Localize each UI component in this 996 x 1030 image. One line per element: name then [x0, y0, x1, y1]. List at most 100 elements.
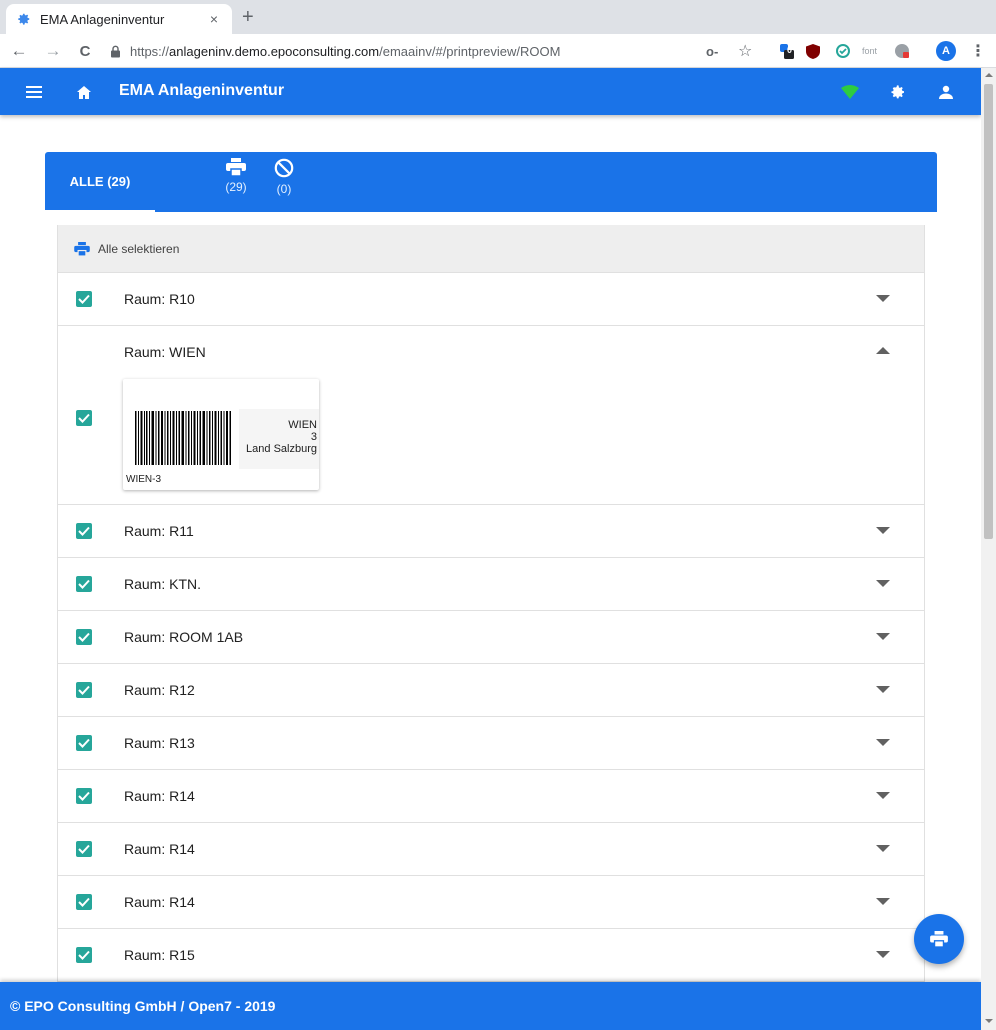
lock-icon	[108, 44, 122, 58]
row-label: Raum: R14	[124, 894, 195, 910]
tab-excluded[interactable]: (0)	[259, 158, 309, 208]
extension-badge-count: 0	[787, 45, 793, 55]
expand-caret-icon[interactable]	[876, 633, 890, 640]
privacy-extension-icon[interactable]	[894, 40, 910, 62]
row-checkbox[interactable]	[76, 410, 92, 426]
row-checkbox[interactable]	[76, 788, 92, 804]
close-tab-icon[interactable]: ×	[206, 11, 222, 27]
block-icon	[274, 158, 294, 178]
print-fab-button[interactable]	[914, 914, 964, 964]
label-number: 3	[310, 431, 317, 443]
select-all-label: Alle selektieren	[98, 241, 180, 256]
row-label: Raum: R12	[124, 682, 195, 698]
home-icon[interactable]	[72, 80, 96, 104]
list-item[interactable]: Raum: R14	[58, 823, 924, 876]
expand-caret-icon[interactable]	[876, 295, 890, 302]
footer-copyright: © EPO Consulting GmbH / Open7 - 2019	[10, 998, 276, 1014]
wifi-signal-icon	[838, 80, 862, 104]
scroll-thumb[interactable]	[984, 84, 993, 539]
select-all-button[interactable]: Alle selektieren	[58, 225, 924, 273]
row-label: Raum: R15	[124, 947, 195, 963]
expand-caret-icon[interactable]	[876, 739, 890, 746]
filter-tabs: ALLE (29) (29) (0)	[45, 152, 937, 212]
list-item[interactable]: Raum: R15	[58, 929, 924, 982]
row-label: Raum: R14	[124, 841, 195, 857]
row-label: Raum: WIEN	[124, 344, 206, 360]
font-extension-icon[interactable]: font	[862, 40, 877, 62]
extension-badge-icon[interactable]: 0	[778, 40, 794, 62]
tab-all[interactable]: ALLE (29)	[45, 152, 155, 212]
list-item-expanded[interactable]: Raum: WIEN WIEN 3 Land Salzburg WIEN-3	[58, 326, 924, 505]
hamburger-menu-icon[interactable]	[22, 80, 46, 104]
label-location: WIEN	[288, 419, 317, 431]
reload-button[interactable]: C	[74, 40, 96, 62]
browser-menu-icon[interactable]: ⋮	[970, 40, 986, 62]
row-label: Raum: KTN.	[124, 576, 202, 592]
ublock-icon[interactable]	[806, 40, 820, 62]
row-label: Raum: R10	[124, 291, 195, 307]
row-checkbox[interactable]	[76, 947, 92, 963]
list-item[interactable]: Raum: R12	[58, 664, 924, 717]
label-preview-card: WIEN 3 Land Salzburg WIEN-3	[123, 379, 319, 490]
row-checkbox[interactable]	[76, 894, 92, 910]
list-item[interactable]: Raum: R14	[58, 876, 924, 929]
row-checkbox[interactable]	[76, 291, 92, 307]
user-account-icon[interactable]	[934, 80, 958, 104]
expand-caret-icon[interactable]	[876, 845, 890, 852]
list-item[interactable]: Raum: R10	[58, 273, 924, 326]
check-extension-icon[interactable]	[836, 40, 850, 62]
key-icon[interactable]: o-	[706, 40, 718, 62]
app-header: EMA Anlageninventur	[0, 68, 981, 115]
expand-caret-icon[interactable]	[876, 898, 890, 905]
browser-tab[interactable]: EMA Anlageninventur ×	[6, 4, 232, 34]
list-item[interactable]: Raum: KTN.	[58, 558, 924, 611]
row-label: Raum: ROOM 1AB	[124, 629, 244, 645]
scroll-down-arrow-icon[interactable]	[985, 1019, 993, 1023]
expand-caret-icon[interactable]	[876, 951, 890, 958]
collapse-caret-icon[interactable]	[876, 347, 890, 354]
forward-button[interactable]: →	[42, 40, 64, 62]
print-preview-list: Alle selektieren Raum: R10 Raum: WIEN WI…	[57, 225, 925, 985]
address-bar[interactable]: https://anlageninv.demo.epoconsulting.co…	[108, 38, 760, 64]
printer-icon	[226, 158, 246, 176]
page-scrollbar[interactable]	[981, 68, 996, 1030]
url-text: https://anlageninv.demo.epoconsulting.co…	[130, 43, 561, 59]
row-label: Raum: R13	[124, 735, 195, 751]
printer-icon	[74, 241, 90, 256]
back-button[interactable]: ←	[8, 40, 30, 62]
scroll-up-arrow-icon[interactable]	[985, 73, 993, 77]
list-item[interactable]: Raum: ROOM 1AB	[58, 611, 924, 664]
tab-print-count: (29)	[225, 180, 247, 194]
row-label: Raum: R14	[124, 788, 195, 804]
profile-avatar[interactable]: A	[936, 41, 956, 61]
expand-caret-icon[interactable]	[876, 580, 890, 587]
expand-caret-icon[interactable]	[876, 527, 890, 534]
list-item[interactable]: Raum: R14	[58, 770, 924, 823]
printer-icon	[930, 931, 948, 947]
gear-favicon-icon	[16, 11, 32, 27]
barcode-image	[135, 411, 231, 465]
app-title: EMA Anlageninventur	[119, 82, 285, 99]
list-item[interactable]: Raum: R11	[58, 505, 924, 558]
row-checkbox[interactable]	[76, 576, 92, 592]
list-item[interactable]: Raum: R13	[58, 717, 924, 770]
tab-excluded-count: (0)	[276, 182, 292, 196]
browser-tab-title: EMA Anlageninventur	[40, 11, 165, 27]
row-label: Raum: R11	[124, 523, 194, 539]
browser-tab-strip: EMA Anlageninventur × +	[0, 0, 996, 34]
row-checkbox[interactable]	[76, 841, 92, 857]
bookmark-star-icon[interactable]: ☆	[738, 40, 752, 62]
settings-gear-icon[interactable]	[886, 80, 910, 104]
row-checkbox[interactable]	[76, 629, 92, 645]
browser-toolbar: ← → C https://anlageninv.demo.epoconsult…	[0, 34, 996, 68]
row-checkbox[interactable]	[76, 682, 92, 698]
expand-caret-icon[interactable]	[876, 792, 890, 799]
label-region: Land Salzburg	[246, 443, 317, 455]
tab-print[interactable]: (29)	[211, 158, 261, 208]
row-checkbox[interactable]	[76, 735, 92, 751]
row-checkbox[interactable]	[76, 523, 92, 539]
app-footer: © EPO Consulting GmbH / Open7 - 2019	[0, 982, 981, 1030]
new-tab-button[interactable]: +	[242, 6, 254, 28]
label-code: WIEN-3	[126, 474, 161, 485]
expand-caret-icon[interactable]	[876, 686, 890, 693]
